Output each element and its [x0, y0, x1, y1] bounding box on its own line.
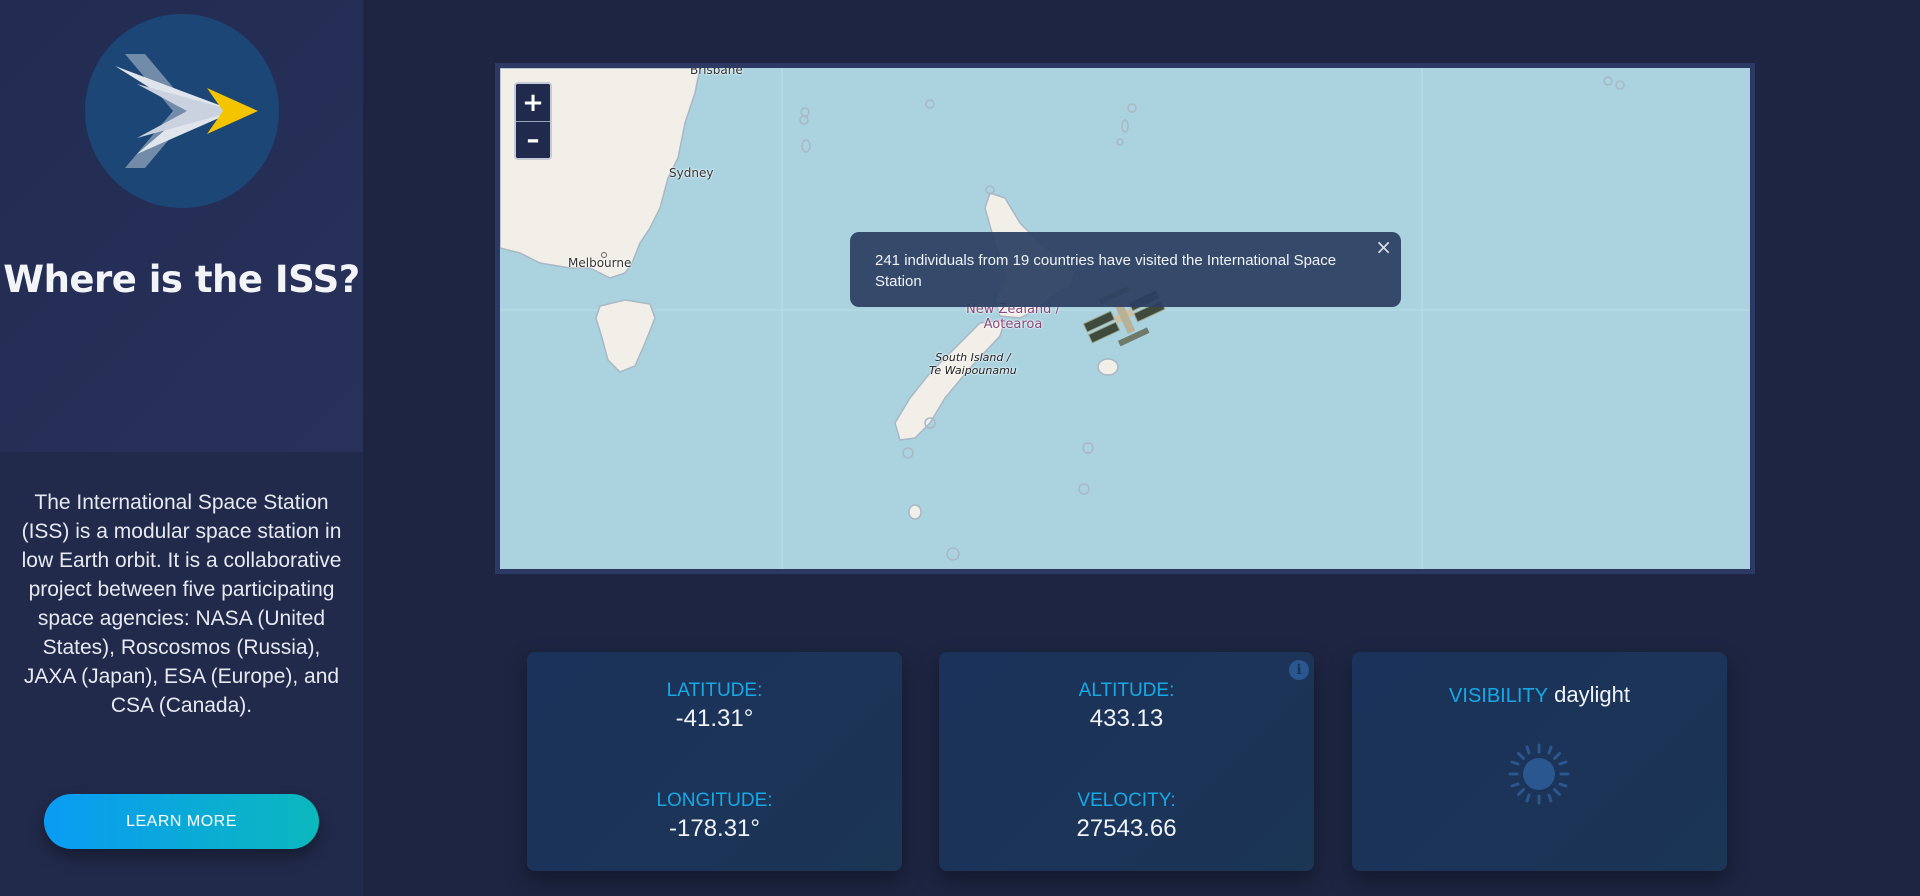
map-label-south-island: South Island / Te Waipounamu: [929, 351, 1017, 377]
longitude-label: LONGITUDE:: [656, 790, 773, 811]
sidebar: Where is the ISS? The International Spac…: [0, 0, 363, 896]
map-label-melbourne: Melbourne: [568, 256, 632, 270]
map[interactable]: + – Brisbane Sydney Melbourne New Zealan…: [500, 68, 1750, 569]
sun-icon: [1507, 742, 1571, 806]
map-label-brisbane: Brisbane: [690, 68, 743, 77]
sidebar-header: Where is the ISS?: [0, 0, 363, 452]
iss-description: The International Space Station (ISS) is…: [21, 491, 342, 717]
latitude-stat: LATITUDE: -41.31°: [527, 680, 902, 733]
map-label-south-island-line1: South Island /: [935, 351, 1011, 364]
map-container: + – Brisbane Sydney Melbourne New Zealan…: [495, 63, 1755, 574]
latitude-value: -41.31°: [675, 705, 754, 732]
arrow-logo-icon: [85, 14, 279, 208]
zoom-in-button[interactable]: +: [516, 84, 550, 121]
velocity-value: 27543.66: [1076, 815, 1177, 842]
iss-fact-popup: 241 individuals from 19 countries have v…: [850, 232, 1401, 307]
longitude-value: -178.31°: [669, 815, 760, 842]
map-label-south-island-line2: Te Waipounamu: [929, 364, 1017, 377]
altitude-value: 433.13: [1089, 705, 1164, 732]
zoom-out-button[interactable]: –: [516, 121, 550, 158]
map-label-sydney: Sydney: [669, 166, 714, 180]
coordinates-card: LATITUDE: -41.31° LONGITUDE: -178.31°: [527, 652, 902, 871]
info-icon[interactable]: i: [1289, 660, 1309, 680]
zoom-control: + –: [514, 82, 552, 160]
visibility-value: daylight: [1554, 682, 1630, 707]
learn-more-button[interactable]: LEARN MORE: [44, 794, 319, 849]
latitude-label: LATITUDE:: [666, 680, 763, 701]
visibility-stat: VISIBILITY daylight: [1352, 682, 1727, 708]
longitude-stat: LONGITUDE: -178.31°: [527, 790, 902, 843]
visibility-card: VISIBILITY daylight: [1352, 652, 1727, 871]
close-icon[interactable]: ×: [1375, 235, 1392, 259]
map-label-new-zealand-line2: Aotearoa: [983, 317, 1043, 332]
visibility-label: VISIBILITY: [1449, 685, 1548, 707]
page-title: Where is the ISS?: [3, 258, 360, 301]
altitude-stat: ALTITUDE: 433.13: [939, 680, 1314, 733]
altitude-velocity-card: i ALTITUDE: 433.13 VELOCITY: 27543.66: [939, 652, 1314, 871]
velocity-label: VELOCITY:: [1077, 790, 1176, 811]
velocity-stat: VELOCITY: 27543.66: [939, 790, 1314, 843]
altitude-label: ALTITUDE:: [1078, 680, 1175, 701]
popup-text: 241 individuals from 19 countries have v…: [875, 252, 1337, 290]
